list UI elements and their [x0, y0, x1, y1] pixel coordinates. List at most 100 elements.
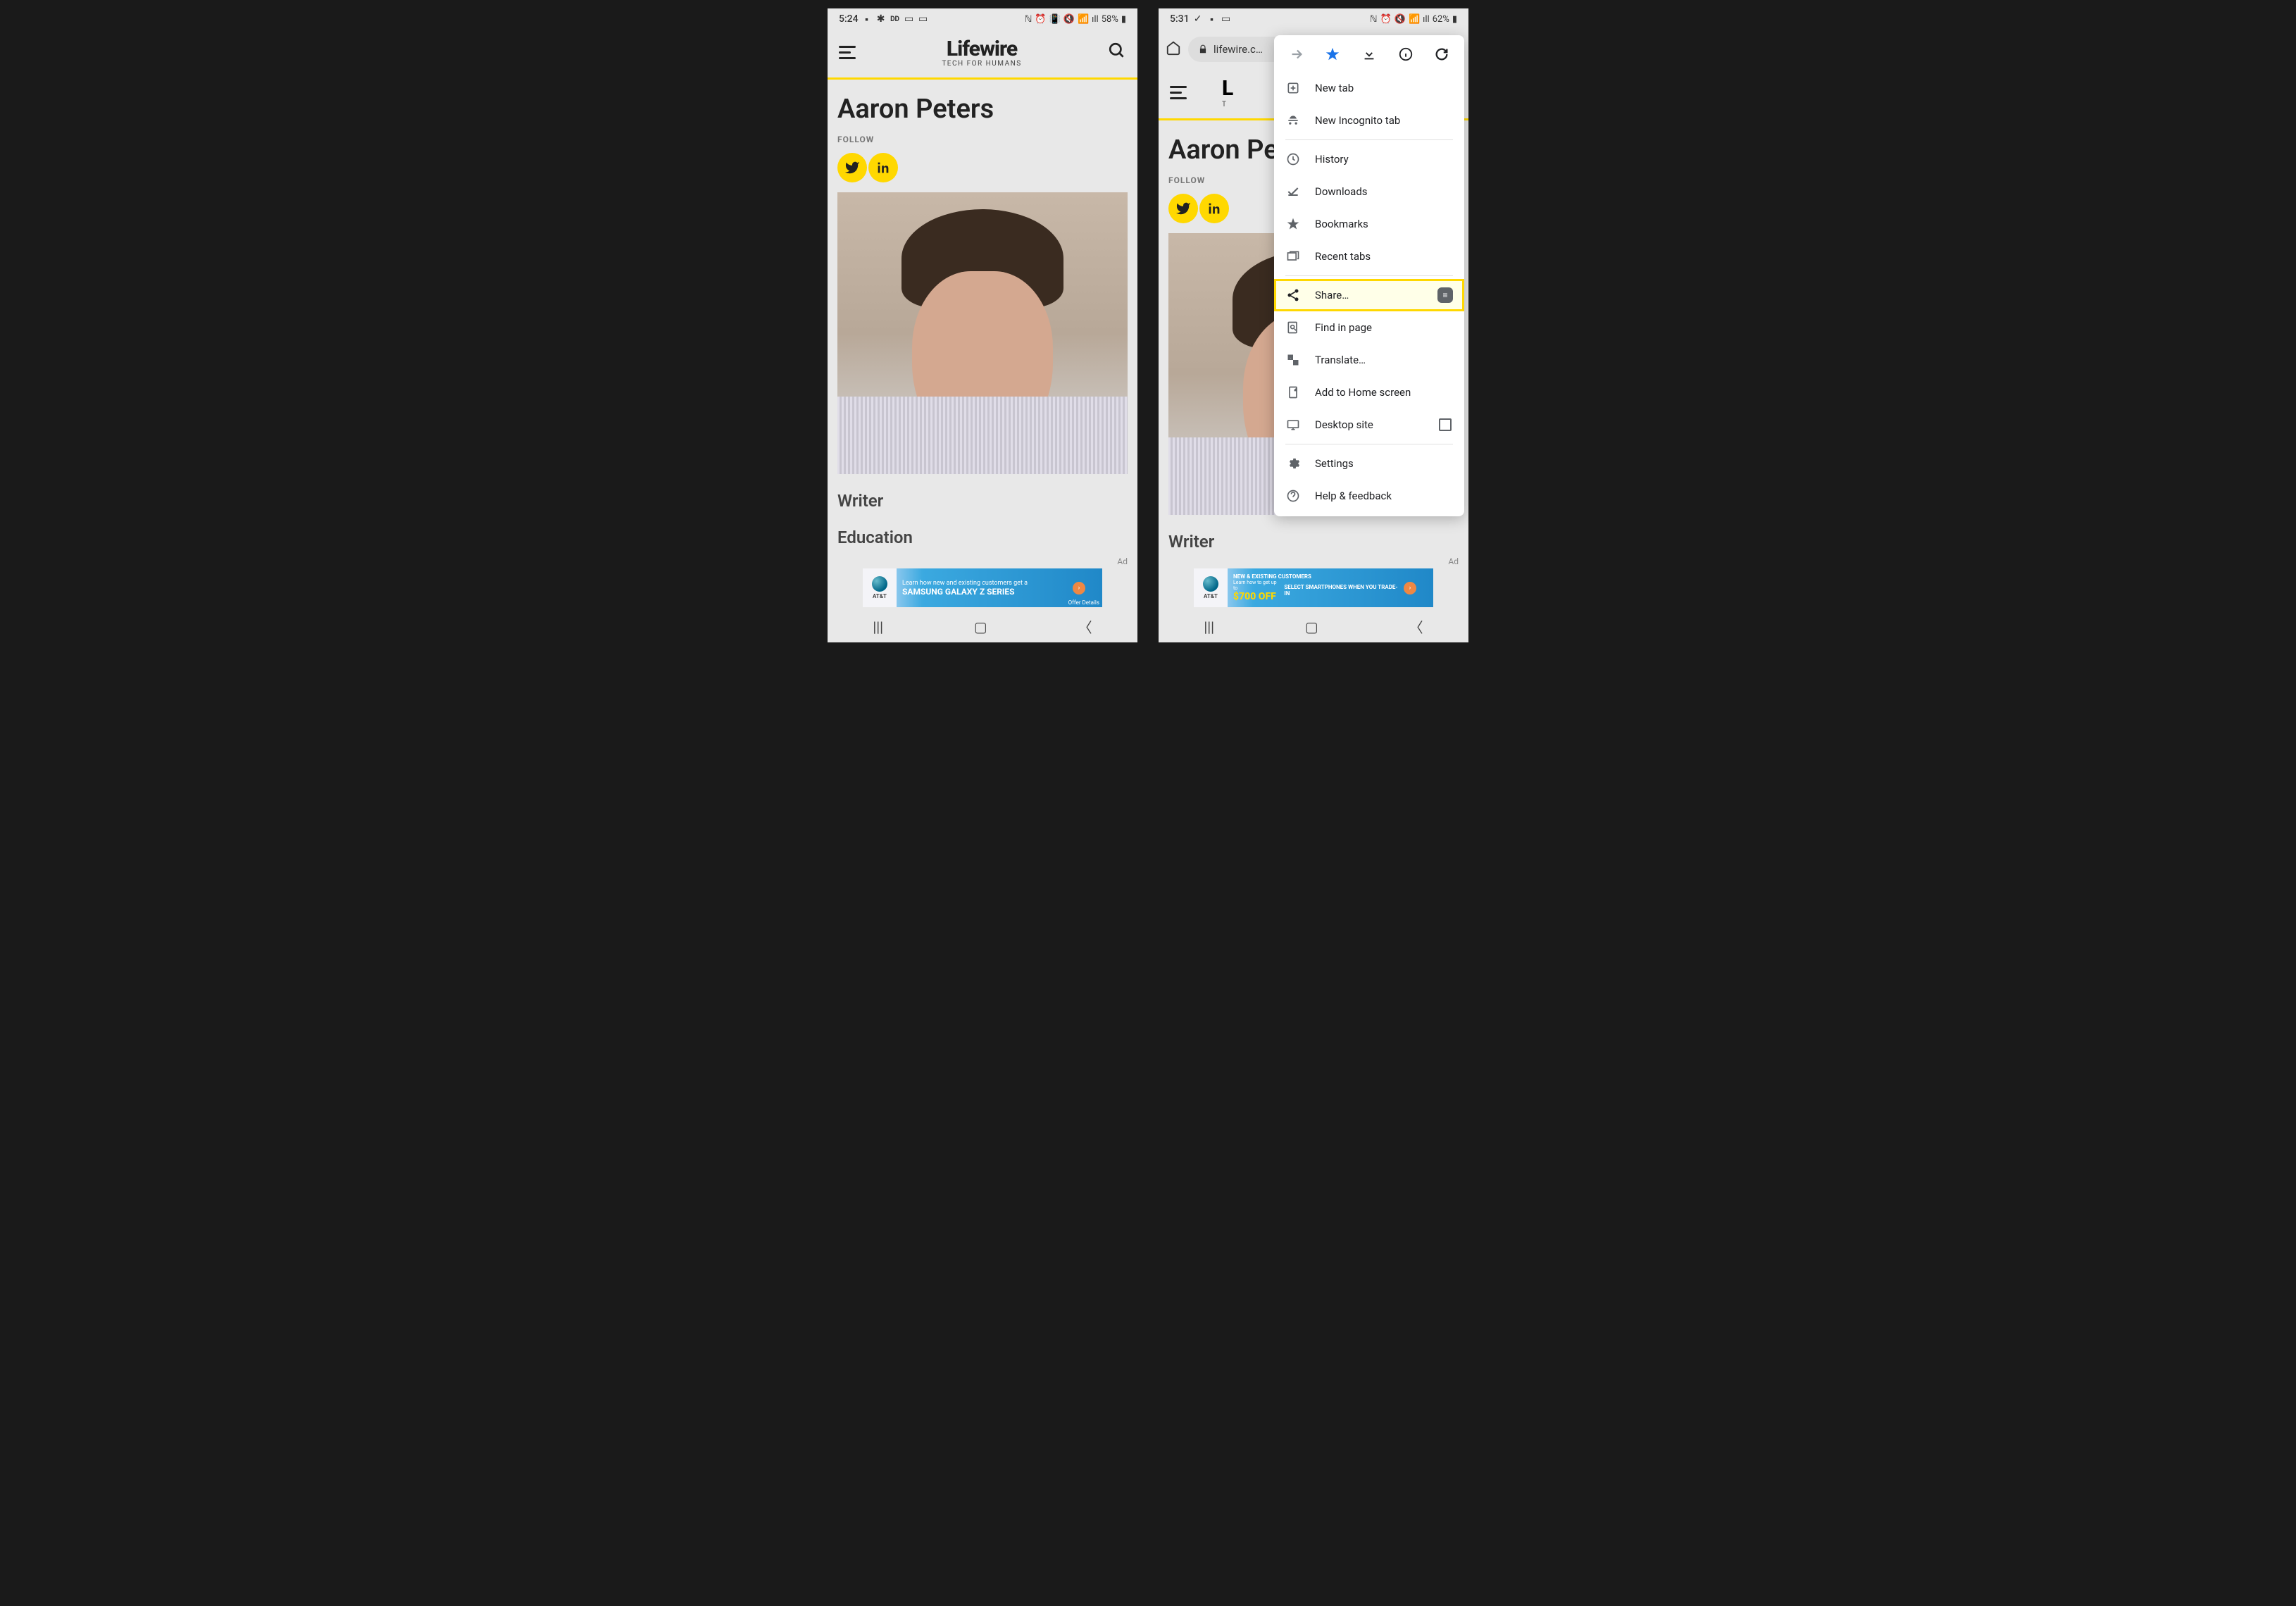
translate-icon [1285, 352, 1301, 368]
battery-icon: ▮ [1452, 14, 1457, 25]
recents-button[interactable]: ||| [873, 618, 883, 635]
ad-brand-logo: AT&T [863, 568, 897, 607]
recents-button[interactable]: ||| [1204, 618, 1214, 635]
status-icon: ▪ [1206, 13, 1218, 25]
lock-icon [1198, 44, 1208, 54]
menu-label: Recent tabs [1315, 250, 1371, 263]
home-icon[interactable] [1166, 40, 1181, 58]
share-app-badge: ≡ [1437, 287, 1453, 303]
add-home-icon [1285, 385, 1301, 400]
help-icon [1285, 488, 1301, 504]
menu-recent-tabs[interactable]: Recent tabs [1274, 240, 1464, 273]
desktop-checkbox[interactable] [1439, 418, 1452, 431]
ad-banner[interactable]: AT&T Learn how new and existing customer… [863, 568, 1102, 607]
menu-translate[interactable]: Translate… [1274, 344, 1464, 376]
menu-label: Help & feedback [1315, 490, 1392, 502]
bookmark-button[interactable] [1325, 46, 1340, 62]
status-icon: ✓ [1192, 13, 1204, 25]
menu-label: Desktop site [1315, 418, 1373, 431]
twitter-icon[interactable] [1168, 194, 1198, 223]
brand-name: Lifewire [942, 37, 1021, 61]
ad-cta-icon[interactable]: › [1073, 582, 1085, 595]
ad-label: Ad [1448, 556, 1459, 566]
page-content: Aaron Peters FOLLOW Writer Education [828, 80, 1137, 642]
brand-tagline-partial: T [1222, 101, 1233, 108]
screen-lifewire-page: 5:24 ▪ ✱ DD ▭ ▭ ℕ ⏰ 📳 🔇 📶 ıll 58% ▮ [828, 8, 1137, 642]
follow-label: FOLLOW [837, 135, 1128, 144]
status-icon: ▭ [1221, 13, 1232, 25]
reload-button[interactable] [1434, 46, 1449, 62]
menu-label: History [1315, 153, 1349, 166]
menu-bookmarks[interactable]: Bookmarks [1274, 208, 1464, 240]
chrome-overflow-menu: New tab New Incognito tab History Downlo… [1274, 35, 1464, 516]
ad-cta-icon[interactable]: › [1404, 582, 1416, 595]
info-button[interactable] [1398, 46, 1414, 62]
menu-label: New tab [1315, 82, 1354, 94]
new-tab-icon [1285, 80, 1301, 96]
nfc-icon: ℕ [1370, 14, 1377, 25]
site-header: Lifewire TECH FOR HUMANS [828, 30, 1137, 80]
ad-sub: Learn how to get up to [1233, 580, 1280, 591]
status-bar: 5:31 ✓ ▪ ▭ ℕ ⏰ 🔇 📶 ıll 62% ▮ [1159, 8, 1468, 30]
author-name: Aaron Peters [837, 94, 1128, 125]
recent-tabs-icon [1285, 249, 1301, 264]
ad-line2: SAMSUNG GALAXY Z SERIES [902, 587, 1067, 597]
signal-icon: ıll [1092, 14, 1099, 25]
twitter-icon[interactable] [837, 153, 867, 182]
ad-label: Ad [1117, 556, 1128, 566]
status-icon: ▪ [861, 13, 873, 25]
download-button[interactable] [1361, 46, 1377, 62]
share-icon [1285, 287, 1301, 303]
battery-text: 58% [1102, 14, 1118, 25]
ad-amount: $700 OFF [1233, 591, 1280, 602]
home-button[interactable]: ▢ [974, 618, 987, 635]
status-icon: DD [890, 13, 901, 25]
menu-label: Bookmarks [1315, 218, 1368, 230]
menu-history[interactable]: History [1274, 143, 1464, 175]
menu-icon[interactable] [1170, 86, 1187, 99]
menu-help[interactable]: Help & feedback [1274, 480, 1464, 512]
mute-icon: 🔇 [1063, 14, 1075, 25]
menu-desktop-site[interactable]: Desktop site [1274, 409, 1464, 441]
battery-icon: ▮ [1121, 14, 1126, 25]
find-icon [1285, 320, 1301, 335]
url-text: lifewire.c… [1213, 43, 1263, 56]
ad-banner[interactable]: AT&T NEW & EXISTING CUSTOMERS Learn how … [1194, 568, 1433, 607]
menu-label: Translate… [1315, 354, 1366, 366]
section-education: Education [837, 528, 1128, 547]
back-button[interactable]: 〈 [1078, 616, 1092, 637]
desktop-icon [1285, 417, 1301, 432]
home-button[interactable]: ▢ [1305, 618, 1318, 635]
menu-label: Settings [1315, 457, 1354, 470]
menu-label: Add to Home screen [1315, 386, 1411, 399]
history-icon [1285, 151, 1301, 167]
mute-icon: 🔇 [1395, 14, 1406, 25]
linkedin-icon[interactable] [1199, 194, 1229, 223]
alarm-icon: ⏰ [1380, 14, 1392, 25]
menu-find[interactable]: Find in page [1274, 311, 1464, 344]
search-button[interactable] [1108, 42, 1126, 63]
status-time: 5:31 [1170, 13, 1190, 25]
menu-downloads[interactable]: Downloads [1274, 175, 1464, 208]
brand-name-partial: L [1222, 76, 1233, 101]
ad-top: NEW & EXISTING CUSTOMERS [1233, 573, 1398, 580]
back-button[interactable]: 〈 [1409, 616, 1423, 637]
menu-new-tab[interactable]: New tab [1274, 72, 1464, 104]
menu-add-home[interactable]: Add to Home screen [1274, 376, 1464, 409]
ad-offer-details: Offer Details [1068, 599, 1099, 606]
nfc-icon: ℕ [1025, 14, 1032, 25]
menu-label: New Incognito tab [1315, 114, 1400, 127]
screenshot-pair: 5:24 ▪ ✱ DD ▭ ▭ ℕ ⏰ 📳 🔇 📶 ıll 58% ▮ [828, 8, 1468, 642]
menu-share[interactable]: Share… ≡ [1274, 279, 1464, 311]
menu-incognito[interactable]: New Incognito tab [1274, 104, 1464, 137]
menu-label: Downloads [1315, 185, 1368, 198]
forward-button[interactable] [1289, 46, 1304, 62]
linkedin-icon[interactable] [868, 153, 898, 182]
menu-settings[interactable]: Settings [1274, 447, 1464, 480]
android-nav-bar: ||| ▢ 〈 [1159, 611, 1468, 642]
section-writer: Writer [1168, 532, 1459, 552]
menu-icon[interactable] [839, 46, 856, 59]
brand-logo[interactable]: Lifewire TECH FOR HUMANS [942, 37, 1021, 68]
status-icon: ✱ [875, 13, 887, 25]
ad-brand-logo: AT&T [1194, 568, 1228, 607]
